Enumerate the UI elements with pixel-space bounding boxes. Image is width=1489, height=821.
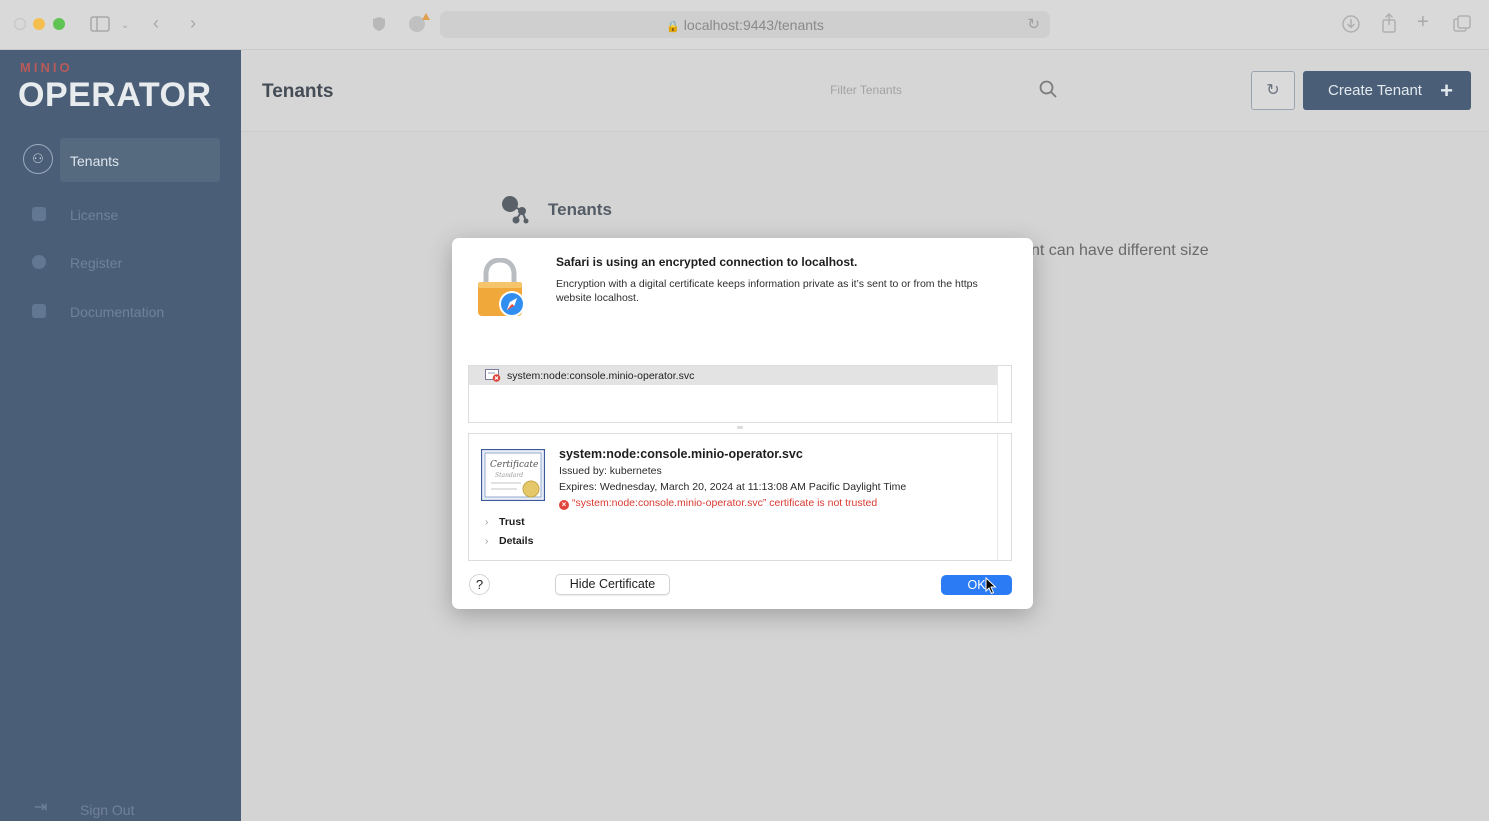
register-icon — [32, 255, 46, 269]
sidebar-item-label: License — [70, 207, 119, 223]
minimize-window-button[interactable] — [33, 18, 45, 30]
download-icon[interactable] — [1342, 15, 1360, 37]
brand-logo: OPERATOR — [18, 76, 212, 114]
mouse-cursor-icon — [985, 576, 997, 595]
url-text: localhost:9443/tenants — [683, 17, 824, 33]
page-header: Tenants ↻ Create Tenant + — [241, 50, 1489, 132]
close-window-button[interactable] — [14, 18, 26, 30]
certificate-error-text: “system:node:console.minio-operator.svc”… — [572, 497, 878, 509]
error-icon: × — [559, 500, 569, 510]
list-scrollbar[interactable] — [997, 366, 1011, 422]
plus-icon: + — [1440, 78, 1453, 103]
chevron-down-icon[interactable]: ⌄ — [121, 18, 129, 34]
certificate-list-item[interactable]: system:node:console.minio-operator.svc — [469, 366, 997, 385]
certificate-icon: Certificate Standard — [480, 448, 546, 502]
new-tab-icon[interactable]: + — [1417, 12, 1429, 32]
certificate-expiry: Expires: Wednesday, March 20, 2024 at 11… — [559, 481, 907, 493]
extension-icon[interactable] — [407, 12, 431, 38]
reload-icon[interactable]: ↻ — [1027, 15, 1040, 33]
tabs-overview-icon[interactable] — [1453, 15, 1471, 37]
license-icon — [32, 207, 46, 221]
dialog-title: Safari is using an encrypted connection … — [556, 255, 858, 269]
address-bar[interactable]: 🔒 localhost:9443/tenants ↻ — [440, 11, 1050, 38]
certificate-name: system:node:console.minio-operator.svc — [559, 447, 803, 461]
certificate-error: × “system:node:console.minio-operator.svc… — [559, 497, 877, 510]
zoom-window-button[interactable] — [53, 18, 65, 30]
details-disclosure[interactable]: › Details — [485, 535, 533, 547]
safari-lock-icon — [474, 257, 528, 320]
tenants-graph-icon — [500, 195, 532, 225]
page-title: Tenants — [262, 81, 334, 102]
svg-text:Standard: Standard — [495, 472, 523, 479]
details-label: Details — [499, 535, 534, 547]
search-icon[interactable] — [1039, 80, 1057, 103]
detail-scrollbar[interactable] — [997, 434, 1011, 560]
filter-tenants-input[interactable] — [666, 76, 1066, 104]
brand-logo-small: MINIO — [20, 60, 73, 75]
refresh-icon: ↻ — [1266, 82, 1280, 99]
pane-splitter[interactable] — [737, 426, 743, 429]
back-icon[interactable]: ‹ — [153, 14, 159, 32]
shield-icon[interactable] — [372, 16, 386, 36]
trust-disclosure[interactable]: › Trust — [485, 516, 525, 528]
chevron-right-icon: › — [485, 536, 489, 547]
sign-out-label: Sign Out — [80, 802, 135, 818]
help-button[interactable]: ? — [469, 574, 490, 595]
certificate-list: system:node:console.minio-operator.svc — [468, 365, 1012, 423]
sidebar-item-label: Documentation — [70, 304, 165, 320]
svg-text:Certificate: Certificate — [490, 460, 538, 470]
lock-icon: 🔒 — [666, 21, 680, 33]
create-tenant-label: Create Tenant — [1328, 82, 1422, 99]
certificate-list-item-label: system:node:console.minio-operator.svc — [507, 370, 695, 382]
sidebar-item-label: Register — [70, 255, 123, 271]
chevron-right-icon: › — [485, 517, 489, 528]
certificate-issuer: Issued by: kubernetes — [559, 465, 662, 477]
sidebar-item-documentation[interactable]: Documentation — [0, 292, 241, 332]
refresh-button[interactable]: ↻ — [1251, 71, 1295, 110]
create-tenant-button[interactable]: Create Tenant + — [1303, 71, 1471, 110]
sidebar-toggle-icon[interactable] — [90, 16, 110, 36]
tenants-card-title: Tenants — [548, 200, 612, 219]
sidebar-item-tenants[interactable]: ⚇ Tenants — [0, 138, 241, 182]
untrusted-certificate-icon — [485, 369, 501, 382]
hide-certificate-button[interactable]: Hide Certificate — [555, 574, 670, 595]
trust-label: Trust — [499, 516, 525, 528]
documentation-icon — [32, 304, 46, 318]
tenants-card-description: nt can have different size — [1031, 242, 1209, 259]
dialog-body: Encryption with a digital certificate ke… — [556, 278, 978, 304]
certificate-dialog: Safari is using an encrypted connection … — [452, 238, 1033, 609]
sidebar-item-license[interactable]: License — [0, 195, 241, 235]
tenants-icon: ⚇ — [23, 144, 53, 174]
sidebar-item-register[interactable]: Register — [0, 243, 241, 283]
share-icon[interactable] — [1381, 12, 1397, 37]
certificate-detail-pane: Certificate Standard system:node:console… — [468, 433, 1012, 561]
forward-icon[interactable]: › — [190, 14, 196, 32]
browser-toolbar: ⌄ ‹ › 🔒 localhost:9443/tenants ↻ + — [0, 0, 1489, 50]
sidebar-item-label: Tenants — [70, 153, 120, 169]
sign-out-icon: ⇥ — [34, 799, 48, 816]
sign-out-button[interactable]: ⇥ Sign Out — [0, 795, 241, 821]
ok-button[interactable]: OK — [941, 575, 1012, 595]
